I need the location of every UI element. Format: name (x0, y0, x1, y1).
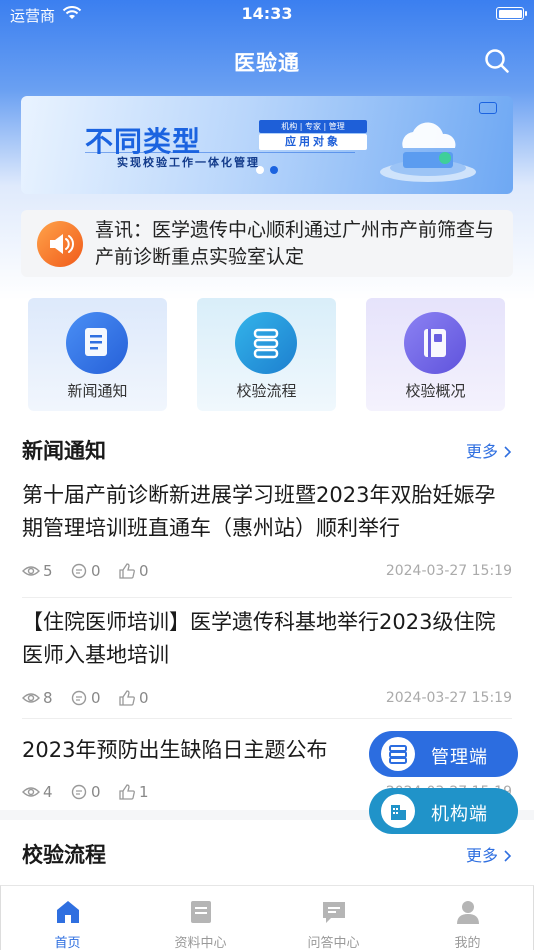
news-section-title: 新闻通知 (22, 439, 106, 463)
quick-entry-label: 校验概况 (405, 382, 466, 400)
thumbs-up-icon (119, 563, 135, 579)
likes-value: 1 (139, 783, 149, 801)
news-title: 【住院医师培训】医学遗传科基地举行2023级住院医师入基地培训 (22, 610, 496, 667)
manager-portal-button[interactable]: 管理端 (369, 731, 518, 777)
status-bar: 运营商 14:33 (0, 0, 534, 30)
building-icon (381, 794, 415, 828)
banner-dot[interactable] (256, 166, 264, 174)
tab-label: 首页 (54, 936, 81, 950)
tab-label: 我的 (454, 936, 481, 950)
divider (22, 597, 512, 598)
bottom-tab-bar: 首页 资料中心 问答中心 我的 (0, 885, 534, 950)
eye-icon (22, 566, 40, 576)
chevron-right-icon (504, 446, 512, 458)
tab-label: 问答中心 (307, 936, 360, 950)
banner-logo-icon (479, 102, 497, 114)
news-item[interactable]: 【住院医师培训】医学遗传科基地举行2023级住院医师入基地培训 (22, 606, 512, 672)
user-icon (457, 901, 479, 924)
comment-icon (71, 784, 87, 800)
institution-portal-label: 机构端 (431, 804, 488, 825)
comments-value: 0 (91, 562, 101, 580)
file-icon (191, 901, 211, 923)
quick-entry-label: 校验流程 (236, 382, 297, 400)
banner-dot-active[interactable] (270, 166, 278, 174)
manager-portal-label: 管理端 (431, 747, 488, 768)
thumbs-up-icon (119, 690, 135, 706)
eye-icon (22, 693, 40, 703)
tab-resources[interactable]: 资料中心 (134, 886, 267, 950)
views-count: 8 (22, 689, 53, 707)
chevron-right-icon (504, 850, 512, 862)
tab-home[interactable]: 首页 (1, 886, 134, 950)
more-label: 更多 (465, 442, 498, 461)
news-date: 2024-03-27 15:19 (385, 563, 512, 579)
divider (22, 718, 512, 719)
comments-value: 0 (91, 783, 101, 801)
search-icon[interactable] (484, 48, 510, 74)
thumbs-up-icon (119, 784, 135, 800)
battery-icon (496, 7, 527, 20)
news-title: 第十届产前诊断新进展学习班暨2023年双胎妊娠孕期管理培训班直通车（惠州站）顺利… (22, 483, 496, 540)
comments-count: 0 (70, 783, 101, 801)
chat-icon (323, 902, 345, 923)
news-item[interactable]: 第十届产前诊断新进展学习班暨2023年双胎妊娠孕期管理培训班直通车（惠州站）顺利… (22, 479, 512, 545)
eye-icon (22, 787, 40, 797)
likes-count: 0 (118, 689, 149, 707)
announcement-text: 喜讯：医学遗传中心顺利通过广州市产前筛查与产前诊断重点实验室认定 (95, 219, 495, 268)
more-label: 更多 (465, 846, 498, 865)
book-icon (404, 312, 466, 374)
likes-count: 1 (118, 783, 149, 801)
page-title: 医验通 (234, 51, 300, 75)
process-more-link[interactable]: 更多 (466, 842, 512, 866)
views-value: 5 (43, 562, 53, 580)
home-icon (57, 901, 79, 923)
quick-entry-process[interactable]: 校验流程 (197, 298, 336, 411)
banner-carousel[interactable]: 不同类型 机构 | 专家 | 管理 应用对象 实现校验工作一体化管理 (21, 96, 513, 194)
quick-entry-news[interactable]: 新闻通知 (28, 298, 167, 411)
flow-icon (235, 312, 297, 374)
views-count: 4 (22, 783, 53, 801)
news-more-link[interactable]: 更多 (466, 438, 512, 462)
news-meta: 5 0 0 2024-03-27 15:19 (22, 562, 512, 582)
institution-portal-button[interactable]: 机构端 (369, 788, 518, 834)
announcement-bar[interactable]: 喜讯：医学遗传中心顺利通过广州市产前筛查与产前诊断重点实验室认定 (21, 210, 513, 277)
views-value: 8 (43, 689, 53, 707)
likes-value: 0 (139, 562, 149, 580)
quick-entry-overview[interactable]: 校验概况 (366, 298, 505, 411)
banner-divider (85, 152, 355, 153)
news-date: 2024-03-27 15:19 (385, 690, 512, 706)
quick-entry-label: 新闻通知 (67, 382, 128, 400)
speaker-icon (37, 221, 83, 267)
server-icon (381, 737, 415, 771)
comment-icon (71, 690, 87, 706)
news-meta: 8 0 0 2024-03-27 15:19 (22, 689, 512, 709)
views-value: 4 (43, 783, 53, 801)
tab-label: 资料中心 (174, 936, 227, 950)
comments-count: 0 (70, 562, 101, 580)
comments-count: 0 (70, 689, 101, 707)
comment-icon (71, 563, 87, 579)
banner-badge: 应用对象 (259, 134, 367, 150)
tab-profile[interactable]: 我的 (401, 886, 534, 950)
comments-value: 0 (91, 689, 101, 707)
banner-tags: 机构 | 专家 | 管理 (259, 120, 367, 133)
likes-count: 0 (118, 562, 149, 580)
banner-pagination (21, 166, 513, 174)
tab-qa[interactable]: 问答中心 (267, 886, 400, 950)
status-time: 14:33 (241, 4, 293, 23)
process-section-title: 校验流程 (22, 843, 106, 867)
document-icon (66, 312, 128, 374)
likes-value: 0 (139, 689, 149, 707)
views-count: 5 (22, 562, 53, 580)
